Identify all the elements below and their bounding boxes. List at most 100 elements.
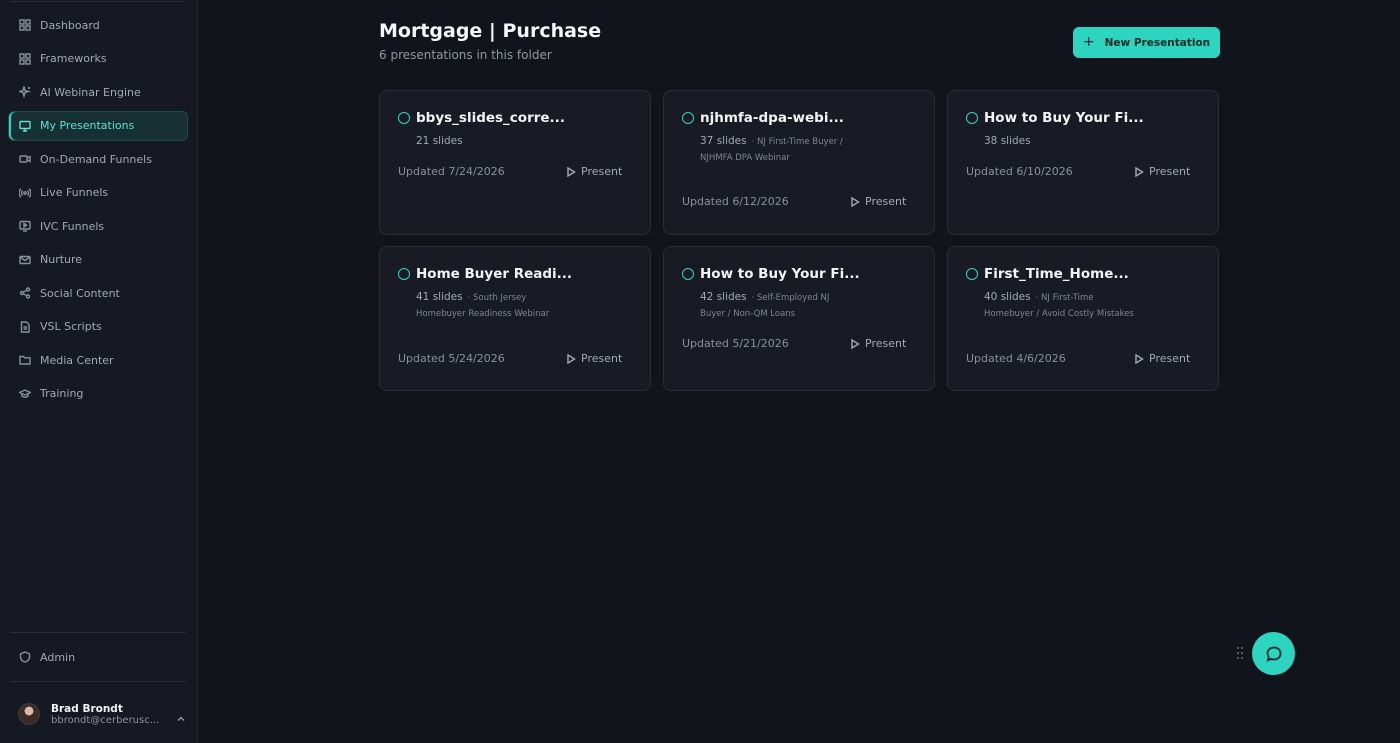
play-icon [851,196,860,207]
status-circle-icon [966,112,978,124]
sidebar-item-label: Frameworks [40,52,107,65]
present-button[interactable]: Present [566,352,622,365]
updated-date: Updated 6/12/2026 [682,195,789,208]
present-label: Present [581,352,623,365]
presentation-card[interactable]: njhmfa-dpa-webi... 37 slides · NJ First-T… [663,90,935,235]
sidebar-admin-section: Admin [8,642,188,676]
folder-icon [19,354,31,366]
slide-count: 40 slides [984,291,1031,303]
new-presentation-label: New Presentation [1104,36,1211,49]
presentation-title: njhmfa-dpa-webi... [700,110,844,126]
status-circle-icon [966,268,978,280]
presentation-meta: 21 slides [416,134,566,151]
status-circle-icon [398,112,410,124]
presentation-title: First_Time_Home... [984,266,1129,282]
status-circle-icon [398,268,410,280]
slide-count: 37 slides [700,135,747,147]
user-name: Brad Brondt [51,702,123,715]
sidebar-item-label: AI Webinar Engine [40,85,141,99]
play-icon [851,338,860,349]
frameworks-grid-icon [19,52,31,65]
slide-count: 38 slides [984,135,1031,147]
presentation-card[interactable]: bbys_slides_corre... 21 slides Updated 7… [379,90,651,235]
sidebar-item-nurture[interactable]: Nurture [8,245,188,275]
slide-count: 21 slides [416,135,463,147]
presentation-title: bbys_slides_corre... [416,110,565,126]
chat-bubble-icon [1265,646,1281,662]
slide-count: 42 slides [700,291,747,303]
present-button[interactable]: Present [1134,352,1190,365]
broadcast-icon [19,187,31,199]
sidebar-item-label: Live Funnels [40,186,109,199]
sidebar-item-label: Social Content [40,286,120,300]
sidebar-item-label: My Presentations [40,119,135,132]
status-circle-icon [682,112,694,124]
dashboard-grid-icon [19,19,31,31]
slide-count: 41 slides [416,291,463,303]
sidebar-item-frameworks[interactable]: Frameworks [8,44,188,74]
avatar [18,703,40,725]
presentation-meta: 42 slides · Self-Employed NJ Buyer / Non-… [700,290,850,322]
sidebar-item-media-center[interactable]: Media Center [8,345,188,375]
user-info: Brad Brondt bbrondt@cerberusc... [51,703,176,726]
page-subtitle: 6 presentations in this folder [379,48,552,62]
present-label: Present [1149,165,1191,178]
drag-handle-icon[interactable] [1236,646,1244,660]
sidebar-item-ivc-funnels[interactable]: IVC Funnels [8,211,188,241]
status-circle-icon [682,268,694,280]
presentation-card[interactable]: How to Buy Your Fi... 42 slides · Self-Em… [663,246,935,391]
sidebar-item-dashboard[interactable]: Dashboard [8,10,188,40]
presentation-meta: 37 slides · NJ First-Time Buyer / NJHMFA … [700,134,850,166]
presentation-title: Home Buyer Readi... [416,266,573,282]
sidebar-item-on-demand-funnels[interactable]: On-Demand Funnels [8,144,188,174]
sidebar-item-label: Nurture [40,253,83,266]
user-email: bbrondt@cerberusc... [51,714,160,726]
mail-icon [19,254,31,266]
present-label: Present [865,195,907,208]
play-icon [1135,166,1144,177]
play-icon [1135,353,1144,364]
shield-icon [19,651,31,663]
new-presentation-button[interactable]: + New Presentation [1073,27,1220,58]
updated-date: Updated 4/6/2026 [966,352,1066,365]
presentation-title: How to Buy Your Fi... [984,110,1144,126]
sidebar-item-label: On-Demand Funnels [40,152,152,166]
share-icon [19,287,31,299]
presentation-card[interactable]: First_Time_Home... 40 slides · NJ First-T… [947,246,1219,391]
sidebar-item-label: Admin [40,650,76,664]
page-title: Mortgage | Purchase [379,20,602,42]
document-icon [19,320,31,333]
present-button[interactable]: Present [850,337,906,350]
updated-date: Updated 6/10/2026 [966,165,1073,178]
present-button[interactable]: Present [566,165,622,178]
updated-date: Updated 5/21/2026 [682,337,789,350]
sidebar-item-my-presentations[interactable]: My Presentations [8,110,188,141]
sidebar-item-label: IVC Funnels [40,219,105,233]
sidebar-divider [10,632,186,633]
presentation-card[interactable]: How to Buy Your Fi... 38 slides Updated … [947,90,1219,235]
sidebar-item-live-funnels[interactable]: Live Funnels [8,178,188,208]
present-label: Present [1149,352,1191,365]
user-menu[interactable]: Brad Brondt bbrondt@cerberusc... [18,699,186,729]
play-icon [567,353,576,364]
presentation-meta: 40 slides · NJ First-Time Homebuyer / Avo… [984,290,1134,322]
presentation-meta: 41 slides · South Jersey Homebuyer Readin… [416,290,566,322]
presentation-icon [19,120,31,132]
sidebar-item-training[interactable]: Training [8,379,188,409]
chevron-up-icon[interactable] [176,709,186,722]
presentation-meta: 38 slides [984,134,1134,151]
plus-icon: + [1082,34,1095,50]
chat-button[interactable] [1252,632,1295,675]
present-label: Present [865,337,907,350]
sidebar-item-admin[interactable]: Admin [8,642,188,672]
sidebar-item-vsl-scripts[interactable]: VSL Scripts [8,312,188,342]
sidebar: Dashboard Frameworks AI Webinar Engine M… [0,0,198,743]
sidebar-item-social-content[interactable]: Social Content [8,278,188,308]
present-button[interactable]: Present [850,195,906,208]
graduation-cap-icon [19,388,31,400]
sidebar-item-ai-webinar-engine[interactable]: AI Webinar Engine [8,77,188,107]
present-button[interactable]: Present [1134,165,1190,178]
sidebar-item-label: VSL Scripts [40,320,102,333]
video-camera-icon [19,153,31,165]
presentation-card[interactable]: Home Buyer Readi... 41 slides · South Jer… [379,246,651,391]
